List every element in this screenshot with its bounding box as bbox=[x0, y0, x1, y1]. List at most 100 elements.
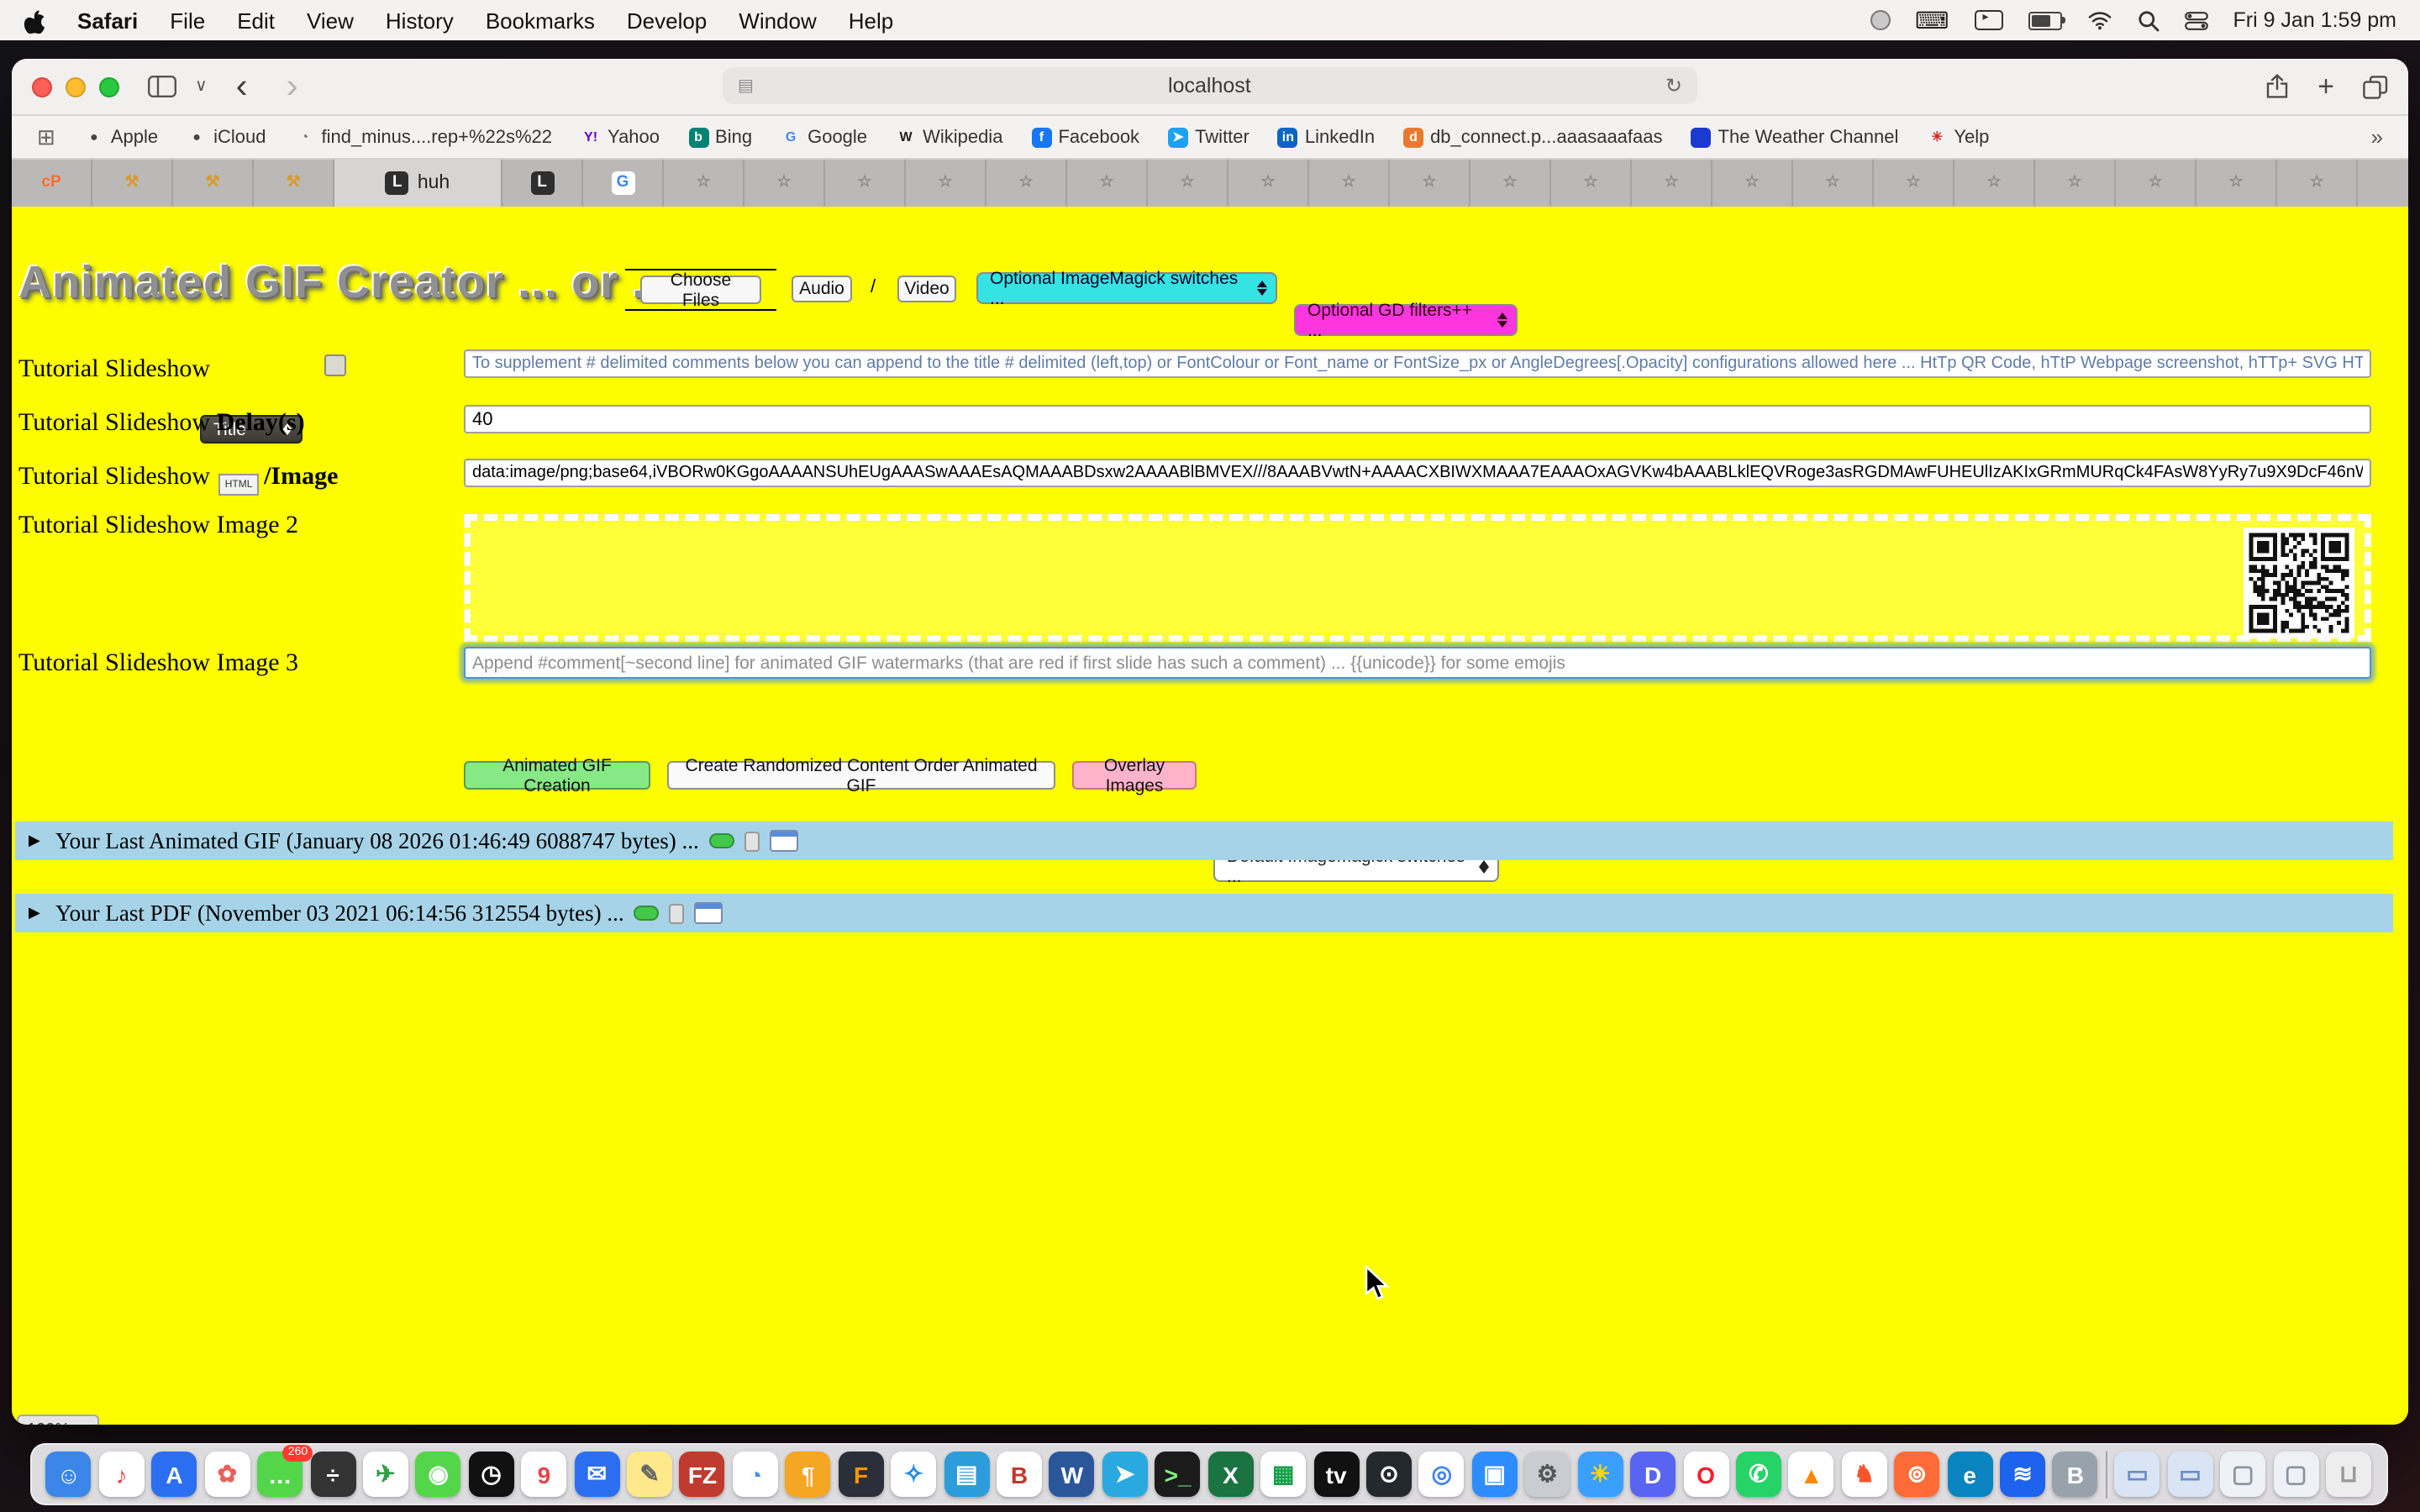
dock-app-icon[interactable]: D bbox=[1630, 1452, 1676, 1497]
active-tab[interactable]: L huh bbox=[334, 160, 502, 207]
menu-item[interactable]: Develop bbox=[627, 8, 707, 33]
browser-tab[interactable]: ☆ bbox=[1470, 160, 1551, 207]
overlay-images-button[interactable]: Overlay Images bbox=[1072, 761, 1197, 790]
dock-app-icon[interactable]: ⊚ bbox=[1894, 1452, 1939, 1497]
mini-control-icon[interactable] bbox=[744, 831, 760, 851]
favorite-item[interactable]: ● iCloud bbox=[187, 127, 266, 147]
dock-app-icon[interactable]: 9 bbox=[521, 1452, 566, 1497]
dock-app-icon[interactable]: ➤ bbox=[1102, 1452, 1148, 1497]
page-zoom-indicator[interactable]: 100% ▼ bbox=[17, 1415, 98, 1425]
browser-tab[interactable]: ☆ bbox=[1712, 160, 1793, 207]
browser-tab[interactable]: ⚒ bbox=[92, 160, 173, 207]
menu-item[interactable]: Edit bbox=[237, 8, 275, 33]
dock-app-icon[interactable]: ≋ bbox=[2000, 1452, 2045, 1497]
browser-tab[interactable]: ☆ bbox=[664, 160, 744, 207]
menu-item[interactable]: File bbox=[170, 8, 205, 33]
dock-app-icon[interactable]: B bbox=[2053, 1452, 2098, 1497]
close-window-button[interactable] bbox=[32, 76, 52, 97]
favorite-item[interactable]: b Bing bbox=[688, 127, 752, 147]
status-badge-icon[interactable] bbox=[1870, 10, 1890, 30]
dock-app-icon[interactable]: ✈ bbox=[363, 1452, 408, 1497]
dock-app-icon[interactable]: … 260 bbox=[257, 1452, 302, 1497]
dock-shelf-icon[interactable]: ⊔ bbox=[2326, 1452, 2371, 1497]
back-button[interactable]: ‹ bbox=[236, 69, 248, 104]
dock-app-icon[interactable]: ✧ bbox=[891, 1452, 936, 1497]
choose-files-button[interactable]: Choose Files bbox=[640, 276, 761, 304]
forward-button[interactable]: › bbox=[287, 69, 298, 104]
dock-app-icon[interactable]: ▤ bbox=[944, 1452, 989, 1497]
document-window-icon[interactable] bbox=[770, 830, 798, 852]
dock-app-icon[interactable]: ✎ bbox=[627, 1452, 672, 1497]
dock-app-icon[interactable]: ✉ bbox=[574, 1452, 619, 1497]
audio-button[interactable]: Audio bbox=[792, 276, 852, 302]
control-center-icon[interactable] bbox=[2184, 11, 2207, 29]
browser-tab[interactable]: ☆ bbox=[1954, 160, 2035, 207]
browser-tab[interactable]: ☆ bbox=[1390, 160, 1470, 207]
favorite-item[interactable]: Y! Yahoo bbox=[581, 127, 660, 147]
pdf-preview-pill-icon[interactable] bbox=[634, 906, 660, 921]
dock-app-icon[interactable]: >_ bbox=[1155, 1452, 1201, 1497]
favorite-item[interactable]: G Google bbox=[781, 127, 867, 147]
gd-filters-select[interactable]: Optional GD filters++ ... bbox=[1294, 304, 1518, 336]
browser-tab[interactable]: ☆ bbox=[1874, 160, 1954, 207]
randomized-gif-button[interactable]: Create Randomized Content Order Animated… bbox=[667, 761, 1055, 790]
favorite-item[interactable]: f Facebook bbox=[1031, 127, 1139, 147]
dock-app-icon[interactable]: ⊙ bbox=[1366, 1452, 1412, 1497]
browser-tab[interactable]: ☆ bbox=[825, 160, 906, 207]
dock-app-icon[interactable]: e bbox=[1947, 1452, 1992, 1497]
battery-icon[interactable] bbox=[2028, 11, 2061, 29]
title-config-input[interactable] bbox=[464, 349, 2371, 378]
browser-tab[interactable]: ☆ bbox=[2116, 160, 2196, 207]
browser-tab[interactable]: ☆ bbox=[744, 160, 825, 207]
favorite-item[interactable]: ✳ Yelp bbox=[1927, 127, 1989, 147]
dock-app-icon[interactable]: A bbox=[152, 1452, 197, 1497]
dock-app-icon[interactable]: ¶ bbox=[786, 1452, 831, 1497]
delay-input[interactable] bbox=[464, 405, 2371, 433]
disclosure-triangle-icon[interactable]: ▶ bbox=[29, 904, 40, 922]
dock-app-icon[interactable]: ✆ bbox=[1736, 1452, 1781, 1497]
browser-tab[interactable]: ☆ bbox=[2277, 160, 2358, 207]
dock-app-icon[interactable]: ▣ bbox=[1472, 1452, 1518, 1497]
dock-app-icon[interactable]: tv bbox=[1313, 1452, 1359, 1497]
menu-item[interactable]: Window bbox=[739, 8, 817, 33]
browser-tab[interactable]: ☆ bbox=[1228, 160, 1309, 207]
dock-shelf-icon[interactable]: ▭ bbox=[2167, 1452, 2212, 1497]
disclosure-triangle-icon[interactable]: ▶ bbox=[29, 832, 40, 850]
browser-tab[interactable]: ☆ bbox=[1632, 160, 1712, 207]
spotlight-search-icon[interactable] bbox=[2137, 9, 2159, 31]
dock-app-icon[interactable]: ✿ bbox=[204, 1452, 250, 1497]
browser-tab[interactable]: ☆ bbox=[2196, 160, 2277, 207]
last-animated-gif-bar[interactable]: ▶ Your Last Animated GIF (January 08 202… bbox=[15, 822, 2393, 860]
chevron-down-icon[interactable]: ∨ bbox=[195, 77, 208, 96]
wifi-icon[interactable] bbox=[2086, 10, 2112, 30]
browser-tab[interactable]: G bbox=[583, 160, 664, 207]
favorite-item[interactable]: d db_connect.p...aaasaaafaas bbox=[1403, 127, 1662, 147]
dock-app-icon[interactable]: ◔ bbox=[733, 1452, 778, 1497]
browser-tab[interactable]: ☆ bbox=[906, 160, 986, 207]
favorite-item[interactable]: ● Apple bbox=[84, 127, 158, 147]
dock-app-icon[interactable]: W bbox=[1050, 1452, 1095, 1497]
menu-item[interactable]: Safari bbox=[77, 8, 138, 33]
browser-tab[interactable]: cP bbox=[12, 160, 92, 207]
browser-tab[interactable]: ☆ bbox=[1793, 160, 1874, 207]
menu-item[interactable]: Bookmarks bbox=[486, 8, 595, 33]
dock-app-icon[interactable]: ◉ bbox=[416, 1452, 461, 1497]
browser-tab[interactable]: ⚒ bbox=[173, 160, 254, 207]
favorites-grid-icon[interactable]: ⊞ bbox=[37, 123, 55, 150]
title-color-mini-input[interactable] bbox=[324, 354, 346, 376]
share-icon[interactable] bbox=[2265, 74, 2289, 99]
reload-icon[interactable]: ↻ bbox=[1665, 74, 1682, 97]
menu-item[interactable]: View bbox=[307, 8, 354, 33]
document-window-icon[interactable] bbox=[695, 902, 723, 924]
browser-tab[interactable]: ☆ bbox=[1551, 160, 1632, 207]
image3-watermark-input[interactable] bbox=[464, 647, 2371, 679]
browser-tab[interactable]: ☆ bbox=[1067, 160, 1148, 207]
dock-app-icon[interactable]: ◷ bbox=[469, 1452, 514, 1497]
imagemagick-switches-select[interactable]: Optional ImageMagick switches ... bbox=[976, 272, 1277, 304]
tab-overview-icon[interactable] bbox=[2363, 75, 2388, 98]
dock-app-icon[interactable]: X bbox=[1207, 1452, 1253, 1497]
dock-app-icon[interactable]: ▦ bbox=[1260, 1452, 1306, 1497]
favorite-item[interactable]: ◔ find_minus....rep+%22s%22 bbox=[294, 127, 552, 147]
image2-drop-zone[interactable] bbox=[464, 514, 2371, 642]
dock-app-icon[interactable]: ▲ bbox=[1789, 1452, 1834, 1497]
